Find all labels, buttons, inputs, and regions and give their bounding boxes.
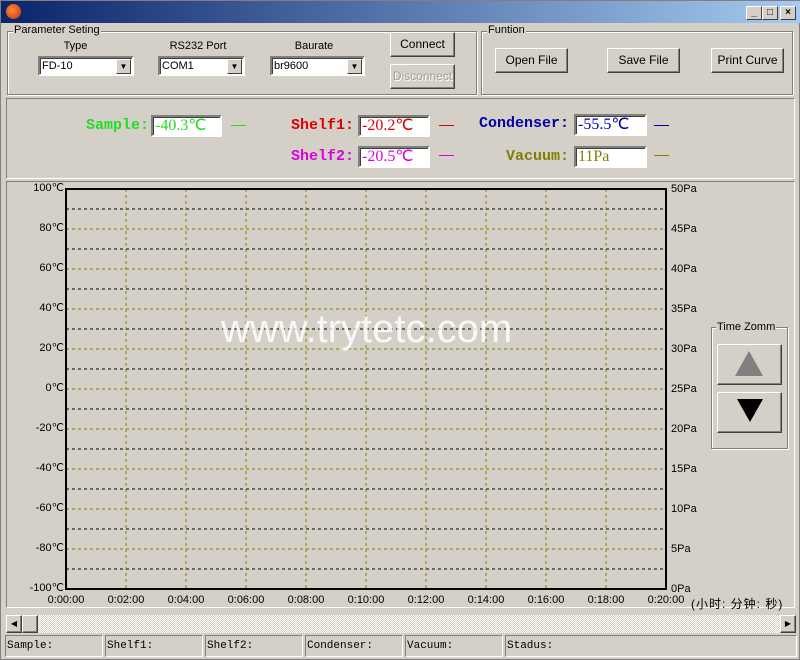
y-left-tick-label: 60℃ <box>39 262 64 274</box>
x-tick-label: 0:16:00 <box>527 594 565 606</box>
y-right-tick-label: 50Pa <box>671 183 697 195</box>
status-shelf1: Shelf1: <box>105 635 203 657</box>
y-right-tick-label: 20Pa <box>671 423 697 435</box>
x-axis-unit: (小时: 分钟: 秒) <box>691 597 784 611</box>
scroll-thumb[interactable] <box>22 615 38 633</box>
scroll-right-button[interactable]: ▶ <box>780 615 796 633</box>
x-tick-label: 0:04:00 <box>167 594 205 606</box>
triangle-down-icon <box>737 399 763 422</box>
x-tick-label: 0:06:00 <box>227 594 265 606</box>
y-right-tick-label: 40Pa <box>671 263 697 275</box>
x-tick-label: 0:12:00 <box>407 594 445 606</box>
x-tick-label: 0:08:00 <box>287 594 325 606</box>
status-vacuum: Vacuum: <box>405 635 503 657</box>
triangle-up-icon <box>735 351 763 376</box>
y-left-tick-label: -40℃ <box>35 462 64 474</box>
zoom-out-button[interactable] <box>717 392 782 433</box>
x-tick-label: 0:10:00 <box>347 594 385 606</box>
y-left-tick-label: 40℃ <box>39 302 64 314</box>
y-left-tick-label: -80℃ <box>35 542 64 554</box>
x-tick-label: 0:02:00 <box>107 594 145 606</box>
x-tick-label: 0:20:00 <box>647 594 685 606</box>
y-right-tick-label: 35Pa <box>671 303 697 315</box>
horizontal-scrollbar[interactable] <box>6 615 796 633</box>
status-sample: Sample: <box>5 635 103 657</box>
zoom-in-button[interactable] <box>717 344 782 385</box>
y-left-tick-label: 80℃ <box>39 222 64 234</box>
time-zoom-title: Time Zomm <box>716 321 777 333</box>
watermark: www.trytetc.com <box>221 307 513 351</box>
scroll-left-button[interactable]: ◀ <box>6 615 22 633</box>
y-right-tick-label: 45Pa <box>671 223 697 235</box>
y-left-tick-label: 0℃ <box>45 382 64 394</box>
y-left-tick-label: -100℃ <box>29 582 64 594</box>
status-condenser: Condenser: <box>305 635 403 657</box>
y-right-tick-label: 30Pa <box>671 343 697 355</box>
y-right-tick-label: 10Pa <box>671 503 697 515</box>
y-left-tick-label: -60℃ <box>35 502 64 514</box>
y-right-tick-label: 5Pa <box>671 543 691 555</box>
y-right-tick-label: 25Pa <box>671 383 697 395</box>
y-right-tick-label: 15Pa <box>671 463 697 475</box>
y-left-tick-label: -20℃ <box>35 422 64 434</box>
x-tick-label: 0:00:00 <box>47 594 85 606</box>
status-stadus: Stadus: <box>505 635 797 657</box>
y-left-tick-label: 100℃ <box>33 182 64 194</box>
status-shelf2: Shelf2: <box>205 635 303 657</box>
y-left-tick-label: 20℃ <box>39 342 64 354</box>
x-tick-label: 0:14:00 <box>467 594 505 606</box>
x-tick-label: 0:18:00 <box>587 594 625 606</box>
